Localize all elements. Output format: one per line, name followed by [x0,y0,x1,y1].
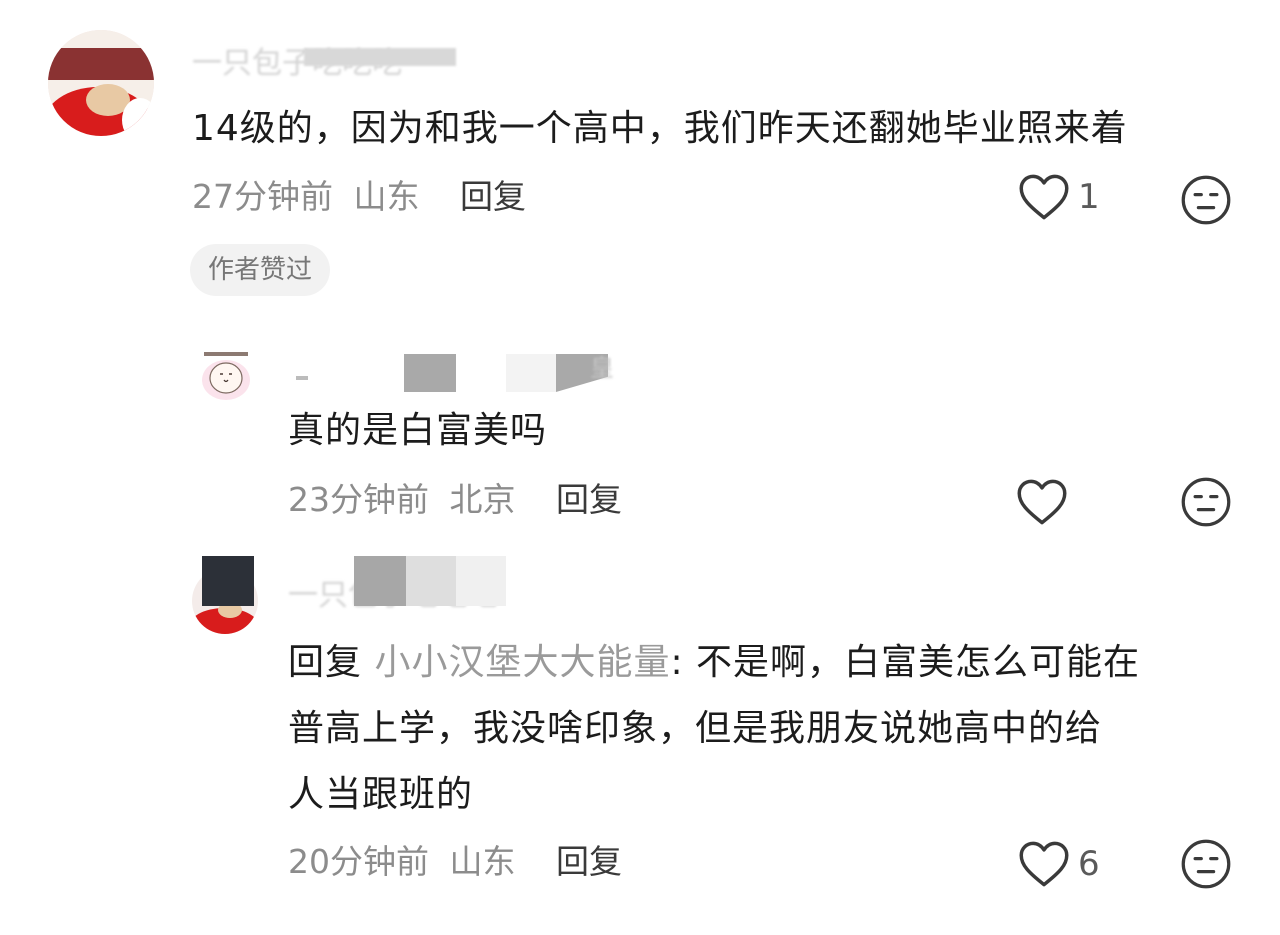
avatar-redaction [202,556,254,606]
comment-text-line: 普高上学，我没啥印象，但是我朋友说她高中的给 [288,708,1103,749]
location: 北京 [449,480,516,519]
dislike-button[interactable] [1180,838,1232,894]
like-count: 1 [1078,177,1100,217]
dislike-button[interactable] [1180,476,1232,532]
comment-meta: 23分钟前 北京 回复 [288,480,622,520]
location: 山东 [353,177,420,216]
username-redaction [456,556,506,606]
comment-text-part: : 不是啊，白富美怎么可能在 [670,642,1141,683]
timestamp: 23分钟前 [288,480,429,519]
username-redaction [506,354,556,392]
emoji-face-icon [1181,477,1231,527]
heart-icon [1019,174,1069,220]
username[interactable]: 皇 [590,350,614,386]
like-count: 6 [1078,844,1100,884]
author-liked-badge: 作者赞过 [190,244,331,296]
location: 山东 [449,842,516,881]
username-redaction [404,354,456,392]
like-button[interactable] [1016,478,1076,526]
username-redaction [304,48,456,66]
comment-meta: 27分钟前 山东 回复 [192,177,526,217]
reply-target-user[interactable]: 小小汉堡大大能量 [374,642,670,683]
reply-prefix: 回复 [288,642,363,683]
timestamp: 27分钟前 [192,177,333,216]
username-redaction [296,376,308,380]
comment-meta: 20分钟前 山东 回复 [288,842,622,882]
avatar[interactable] [48,30,154,136]
like-button[interactable]: 6 [1018,840,1100,888]
reply-button[interactable]: 回复 [460,177,526,216]
dislike-button[interactable] [1180,174,1232,230]
comment-text-line: 人当跟班的 [288,774,474,815]
emoji-face-icon [1181,839,1231,889]
timestamp: 20分钟前 [288,842,429,881]
heart-icon [1019,841,1069,887]
like-button[interactable]: 1 [1018,173,1100,221]
comment-text: 14级的，因为和我一个高中，我们昨天还翻她毕业照来着 [192,108,1128,149]
reply-button[interactable]: 回复 [556,480,622,519]
username-redaction [406,556,456,606]
comment-text: 回复 小小汉堡大大能量: 不是啊，白富美怎么可能在 普高上学，我没啥印象，但是我… [288,630,1248,828]
heart-icon [1017,479,1067,525]
username-redaction [354,556,406,606]
comment-text: 真的是白富美吗 [288,410,548,451]
avatar[interactable] [192,352,258,404]
reply-button[interactable]: 回复 [556,842,622,881]
emoji-face-icon [1181,175,1231,225]
